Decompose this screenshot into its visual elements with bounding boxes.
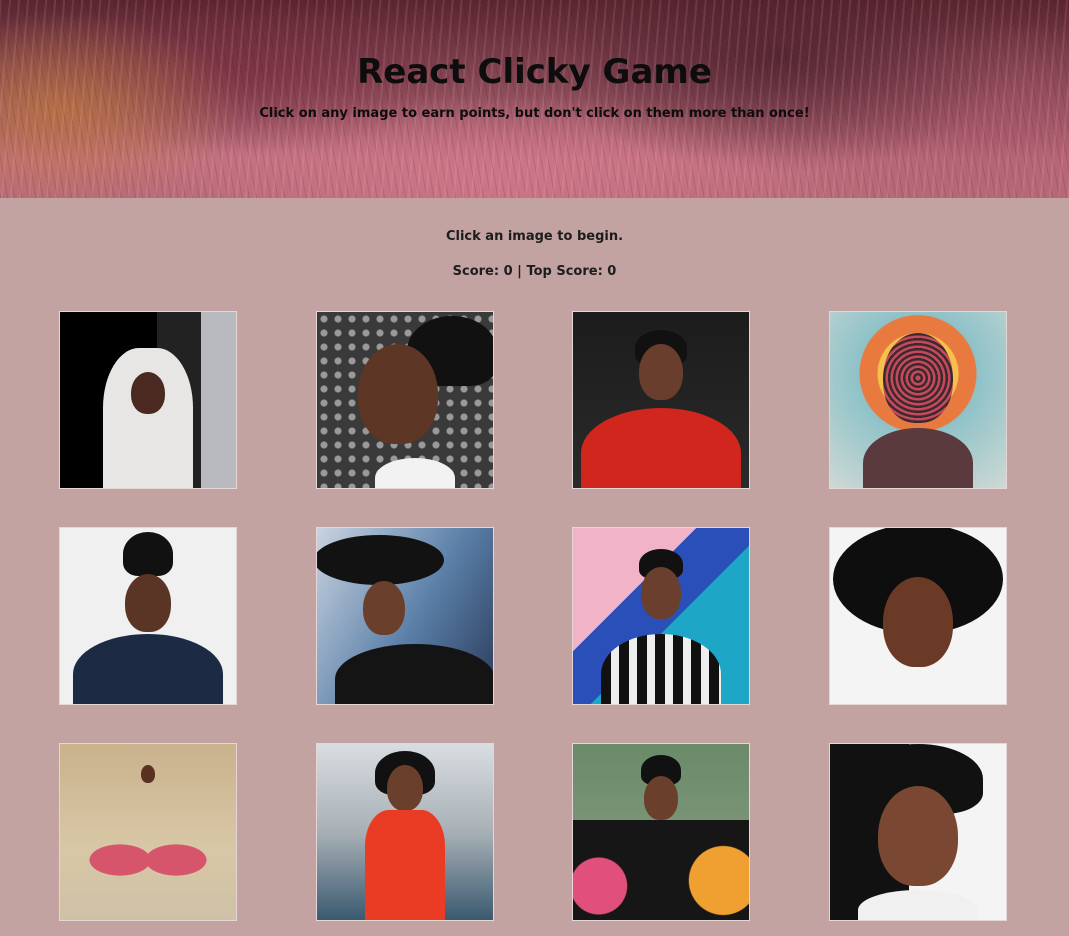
card-muppets[interactable]: [572, 743, 750, 921]
card-close-up-portrait[interactable]: [316, 311, 494, 489]
card-red-coat-rocket[interactable]: [316, 743, 494, 921]
card-white-dress[interactable]: [59, 311, 237, 489]
card-beaded-veil[interactable]: [829, 311, 1007, 489]
page-subtitle: Click on any image to earn points, but d…: [259, 106, 810, 121]
status-message: Click an image to begin.: [445, 229, 624, 244]
card-colorful-wall[interactable]: [572, 527, 750, 705]
hero-banner: React Clicky Game Click on any image to …: [0, 0, 1069, 198]
card-jeweled-cap[interactable]: [829, 527, 1007, 705]
page-title: React Clicky Game: [357, 52, 712, 92]
card-sunglasses-suit[interactable]: [59, 527, 237, 705]
card-surprised-portrait[interactable]: [829, 743, 1007, 921]
card-wide-brim-hat[interactable]: [316, 527, 494, 705]
card-desert-pink-dress[interactable]: [59, 743, 237, 921]
score-display: Score: 0 | Top Score: 0: [452, 264, 617, 279]
card-red-jacket[interactable]: [572, 311, 750, 489]
